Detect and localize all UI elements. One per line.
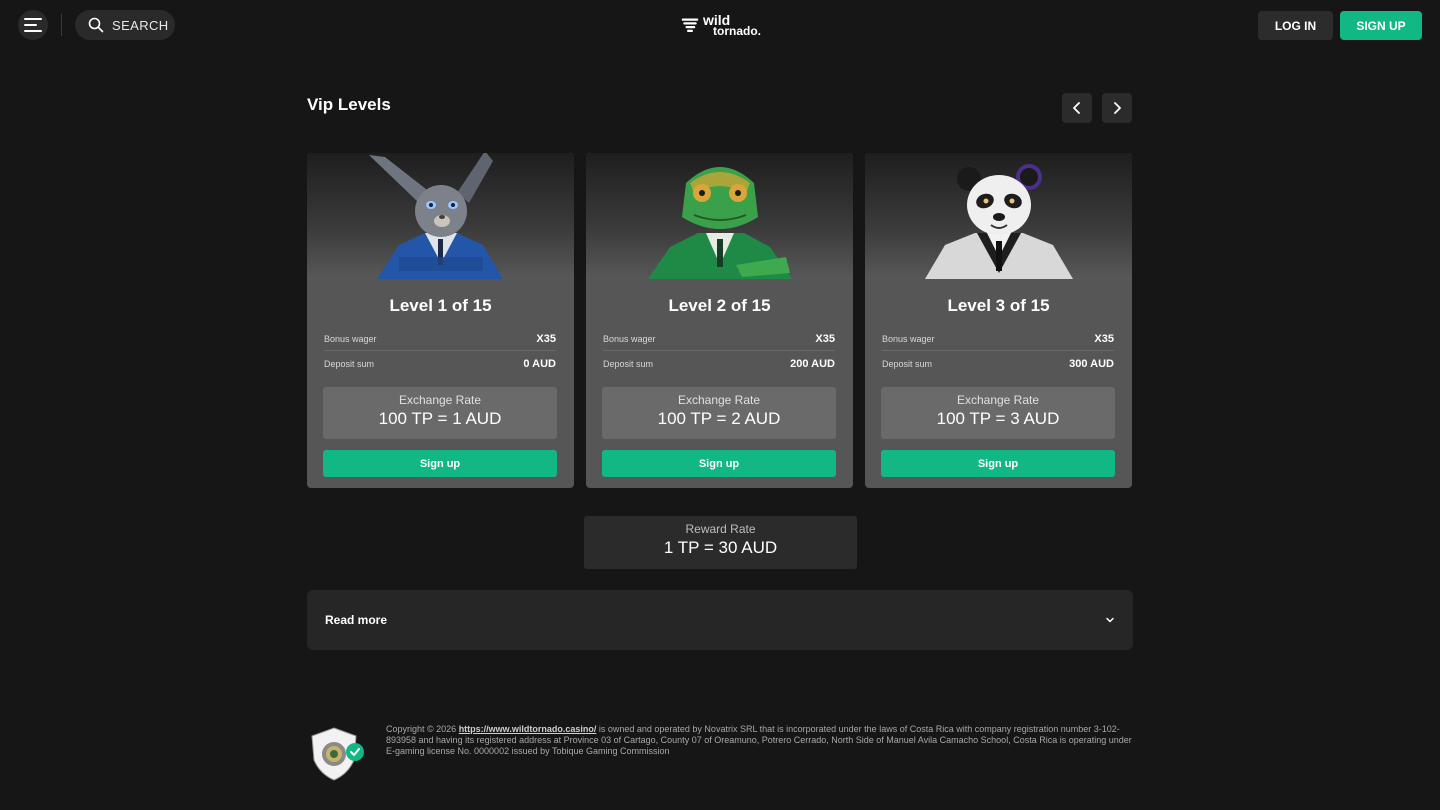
vip-level-card: Level 2 of 15 Bonus wager X35 Deposit su… [586, 153, 853, 488]
signup-button[interactable]: SIGN UP [1340, 11, 1422, 40]
deposit-sum-value: 200 AUD [790, 358, 835, 370]
exchange-rate-value: 100 TP = 3 AUD [936, 409, 1060, 428]
bonus-wager-label: Bonus wager [882, 333, 935, 344]
login-button[interactable]: LOG IN [1258, 11, 1333, 40]
level-signup-button[interactable]: Sign up [323, 450, 557, 477]
read-more-label: Read more [325, 613, 388, 627]
exchange-rate-caption: Exchange Rate [956, 393, 1040, 407]
bonus-wager-value: X35 [815, 332, 835, 345]
exchange-rate-box: Exchange Rate 100 TP = 1 AUD [323, 387, 557, 439]
bonus-wager-value: X35 [1094, 332, 1114, 345]
chevron-right-icon [1114, 102, 1121, 114]
vip-level-card: Level 3 of 15 Bonus wager X35 Deposit su… [865, 153, 1132, 488]
vip-level-card: Level 1 of 15 Bonus wager X35 Deposit su… [307, 153, 574, 488]
search-button[interactable]: SEARCH [75, 10, 175, 40]
exchange-rate-box: Exchange Rate 100 TP = 3 AUD [881, 387, 1115, 439]
chevron-left-icon [1073, 102, 1080, 114]
rabbit-mascot-image [307, 153, 574, 279]
bonus-wager-row: Bonus wager X35 [882, 327, 1114, 351]
exchange-rate-box: Exchange Rate 100 TP = 2 AUD [602, 387, 836, 439]
exchange-rate-caption: Exchange Rate [677, 393, 761, 407]
carousel-prev-button[interactable] [1062, 93, 1092, 123]
exchange-rate-value: 100 TP = 2 AUD [657, 409, 781, 428]
chameleon-mascot-image [586, 153, 853, 279]
search-icon [88, 17, 104, 33]
deposit-sum-row: Deposit sum 0 AUD [324, 352, 556, 376]
site-link[interactable]: https://www.wildtornado.casino/ [459, 724, 597, 734]
carousel-next-button[interactable] [1102, 93, 1132, 123]
header-divider [61, 14, 62, 36]
level-title: Level 1 of 15 [389, 296, 492, 315]
menu-button[interactable] [18, 10, 48, 40]
footer-copyright: Copyright © 2026 https://www.wildtornado… [386, 724, 1132, 756]
deposit-sum-label: Deposit sum [324, 359, 375, 369]
panda-mascot-image [865, 153, 1132, 279]
bonus-wager-label: Bonus wager [603, 333, 656, 344]
search-label: SEARCH [112, 17, 169, 33]
exchange-rate-value: 100 TP = 1 AUD [378, 409, 502, 428]
bonus-wager-row: Bonus wager X35 [603, 327, 835, 351]
logo-line2: tornado. [713, 24, 761, 38]
license-seal[interactable] [308, 726, 368, 782]
reward-rate-box: Reward Rate 1 TP = 30 AUD [584, 516, 857, 569]
read-more-accordion[interactable]: Read more [307, 590, 1133, 650]
reward-rate-caption: Reward Rate [685, 522, 756, 536]
level-title: Level 2 of 15 [668, 296, 771, 315]
reward-rate-value: 1 TP = 30 AUD [663, 538, 778, 557]
chevron-down-icon [1106, 617, 1114, 623]
exchange-rate-caption: Exchange Rate [398, 393, 482, 407]
level-signup-button[interactable]: Sign up [881, 450, 1115, 477]
bonus-wager-row: Bonus wager X35 [324, 327, 556, 351]
bonus-wager-value: X35 [536, 332, 556, 345]
wildtornado-logo[interactable]: wild tornado. [681, 12, 761, 40]
bonus-wager-label: Bonus wager [324, 333, 377, 344]
deposit-sum-value: 300 AUD [1069, 358, 1114, 370]
hamburger-icon [24, 18, 42, 32]
deposit-sum-value: 0 AUD [523, 358, 556, 370]
deposit-sum-row: Deposit sum 300 AUD [882, 352, 1114, 376]
page-title: Vip Levels [307, 95, 391, 114]
top-header: SEARCH wild tornado. LOG IN SIGN UP [0, 0, 1440, 50]
deposit-sum-label: Deposit sum [603, 359, 654, 369]
deposit-sum-label: Deposit sum [882, 359, 933, 369]
deposit-sum-row: Deposit sum 200 AUD [603, 352, 835, 376]
level-signup-button[interactable]: Sign up [602, 450, 836, 477]
tornado-icon [681, 18, 699, 32]
level-title: Level 3 of 15 [947, 296, 1050, 315]
